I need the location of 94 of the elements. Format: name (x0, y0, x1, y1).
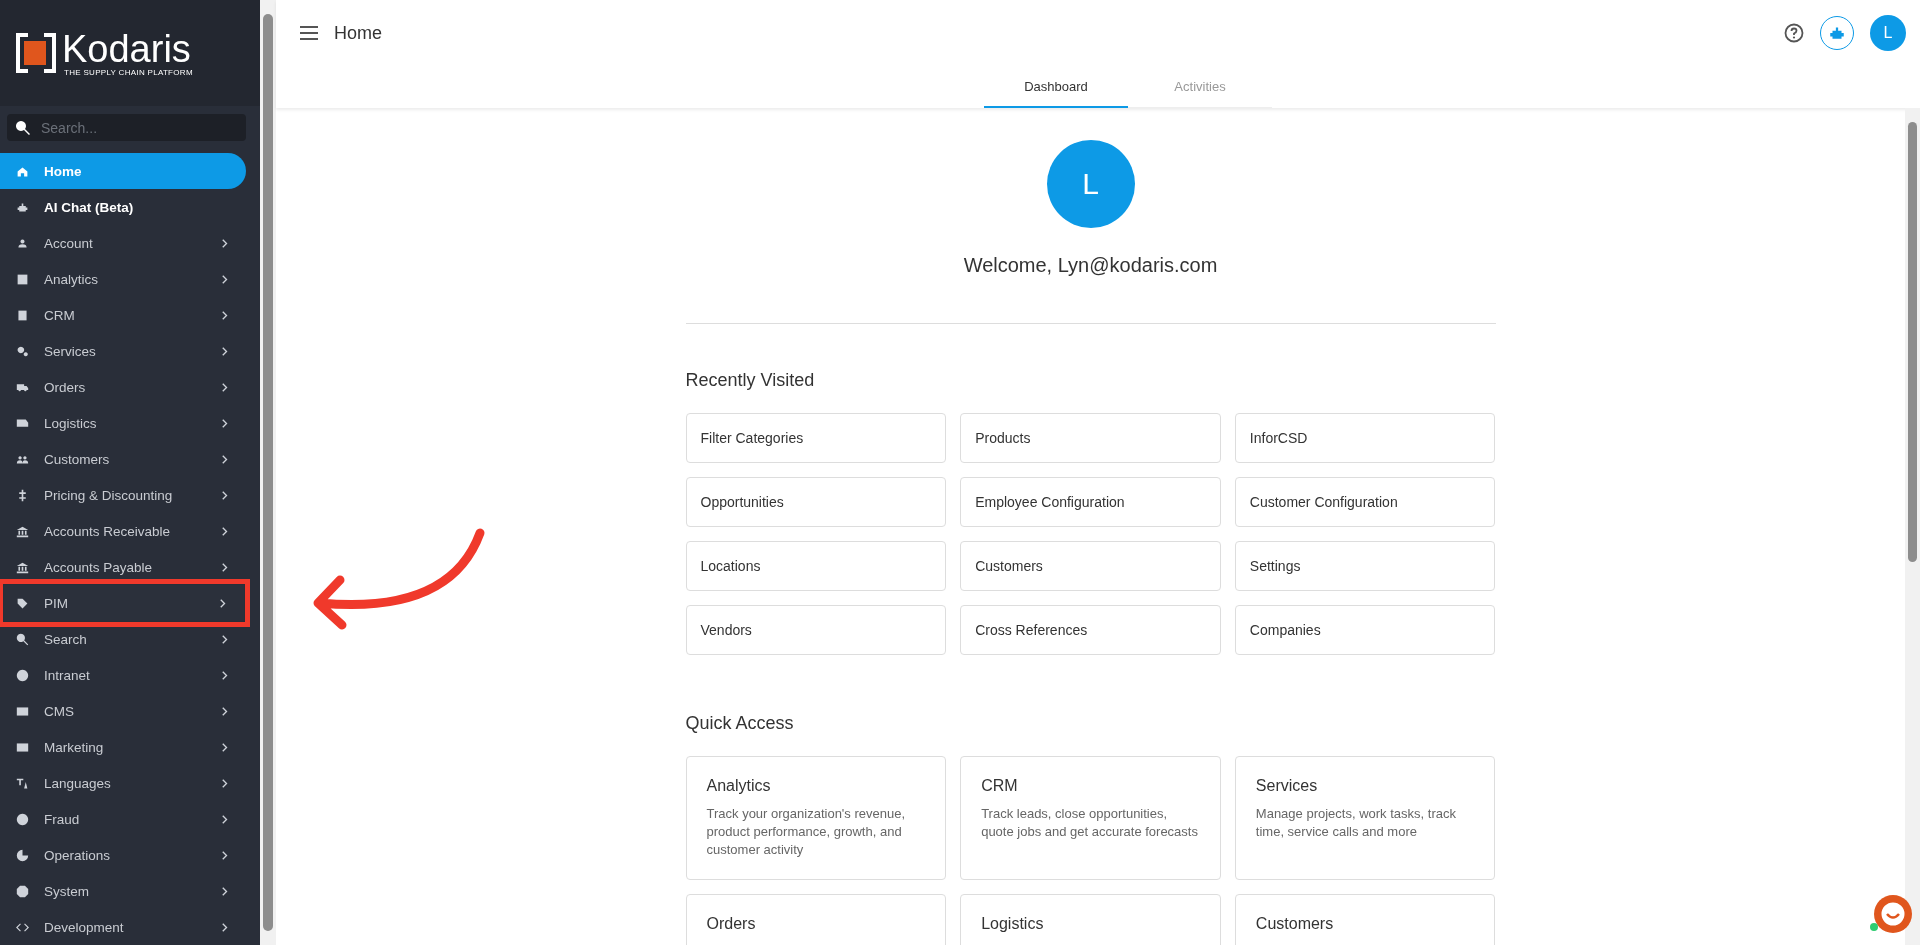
sidebar-item[interactable]: System (0, 873, 246, 909)
card-description: Manage projects, work tasks, track time, service calls and more (1255, 805, 1457, 841)
profile-avatar: L (1046, 140, 1135, 228)
logo-wordmark: Kodaris (62, 29, 192, 68)
search-icon (15, 120, 31, 136)
recent-link[interactable]: Customer Configuration (1234, 477, 1496, 527)
recent-link[interactable]: Locations (685, 541, 947, 591)
chevron-icon (222, 670, 228, 680)
search-icon (16, 632, 29, 646)
chevron-icon (222, 274, 228, 284)
chat-icon (1878, 899, 1908, 929)
card-description: Track your organization's revenue, product performance, growth, and customer activity (706, 805, 907, 859)
sidebar-item[interactable]: Orders (0, 369, 246, 405)
sidebar-item[interactable]: Customers (0, 441, 246, 477)
menu-icon[interactable] (300, 26, 318, 40)
quick-access-card[interactable]: Analytics Track your organization's revenue, product performance, growth, and customer activity (685, 756, 947, 880)
chevron-icon (222, 922, 228, 932)
chevron-icon (222, 634, 228, 644)
chevron-icon (222, 418, 228, 428)
page-title: Home (334, 22, 382, 44)
recent-link[interactable]: Customers (960, 541, 1221, 591)
chevron-icon (222, 454, 228, 464)
sidebar-search-field[interactable]: Search... (7, 114, 246, 141)
logo-tagline: THE SUPPLY CHAIN PLATFORM (64, 67, 193, 77)
sidebar-item[interactable]: Accounts Receivable (0, 513, 246, 549)
chevron-icon (222, 742, 228, 752)
card-title: Orders (706, 915, 757, 933)
sidebar-item[interactable]: Accounts Payable (0, 549, 246, 585)
person-icon (16, 236, 29, 250)
chevron-icon (222, 886, 228, 896)
recent-link[interactable]: InforCSD (1234, 413, 1496, 463)
bank-icon (16, 524, 29, 538)
chevron-icon (222, 382, 228, 392)
chevron-icon (222, 238, 228, 248)
card-title: Services (1255, 777, 1319, 795)
sidebar-item[interactable]: Search (0, 621, 246, 657)
logo-icon (16, 33, 56, 73)
recent-link[interactable]: Opportunities (685, 477, 947, 527)
chevron-icon (222, 346, 228, 356)
quick-access-card[interactable]: Orders (685, 894, 947, 945)
chevron-icon (222, 850, 228, 860)
online-dot (1870, 923, 1878, 931)
tag-icon (16, 596, 29, 610)
sidebar-item[interactable]: Intranet (0, 657, 246, 693)
robot-icon (16, 200, 29, 214)
chevron-icon (222, 562, 228, 572)
sidebar-item[interactable]: Marketing (0, 729, 246, 765)
help-icon[interactable] (1784, 23, 1804, 43)
recent-link[interactable]: Employee Configuration (960, 477, 1221, 527)
robot-icon (1828, 24, 1846, 42)
sidebar-item[interactable]: CRM (0, 297, 246, 333)
chevron-icon (222, 526, 228, 536)
chevron-icon (222, 706, 228, 716)
chevron-icon (220, 598, 226, 608)
sidebar-item[interactable]: AI Chat (Beta) (0, 189, 246, 225)
sidebar-item[interactable]: Languages (0, 765, 246, 801)
home-icon (16, 164, 29, 178)
recent-link[interactable]: Products (960, 413, 1221, 463)
scrollbar[interactable] (1905, 108, 1920, 945)
sidebar-item[interactable]: Analytics (0, 261, 246, 297)
gears-icon (16, 344, 29, 358)
card-title: Customers (1255, 915, 1335, 933)
recent-link[interactable]: Companies (1234, 605, 1496, 655)
sidebar-item[interactable]: Pricing & Discounting (0, 477, 246, 513)
sidebar-item[interactable]: Operations (0, 837, 246, 873)
pie-icon (16, 848, 29, 862)
quick-access-card[interactable]: Customers (1234, 894, 1496, 945)
card-description: Track leads, close opportunities, quote jobs and get accurate forecasts (981, 805, 1199, 841)
sidebar-item[interactable]: CMS (0, 693, 246, 729)
card-title: CRM (981, 777, 1019, 795)
sidebar-item[interactable]: Fraud (0, 801, 246, 837)
card-title: Analytics (706, 777, 772, 795)
quick-access-card[interactable]: Logistics (960, 894, 1221, 945)
scrollbar[interactable] (260, 0, 276, 945)
recent-link[interactable]: Vendors (685, 605, 947, 655)
chevron-icon (222, 310, 228, 320)
chevron-icon (222, 814, 228, 824)
sidebar-item[interactable]: Logistics (0, 405, 246, 441)
tab[interactable]: Dashboard (984, 66, 1128, 108)
chevron-icon (222, 778, 228, 788)
recent-link[interactable]: Filter Categories (685, 413, 947, 463)
recent-link[interactable]: Cross References (960, 605, 1221, 655)
welcome-text: Welcome, Lyn@kodaris.com (963, 254, 1218, 277)
sidebar-item[interactable]: Account (0, 225, 246, 261)
bank-icon (16, 560, 29, 574)
sidebar-item[interactable]: Services (0, 333, 246, 369)
sidebar-item[interactable]: Development (0, 909, 246, 945)
quick-access-card[interactable]: Services Manage projects, work tasks, track time, service calls and more (1234, 756, 1496, 880)
card-title: Logistics (981, 915, 1045, 933)
recent-link[interactable]: Settings (1234, 541, 1496, 591)
section-title: Recently Visited (685, 370, 816, 391)
section-title: Quick Access (685, 713, 795, 734)
chevron-icon (222, 490, 228, 500)
quick-access-card[interactable]: CRM Track leads, close opportunities, quote jobs and get accurate forecasts (960, 756, 1221, 880)
